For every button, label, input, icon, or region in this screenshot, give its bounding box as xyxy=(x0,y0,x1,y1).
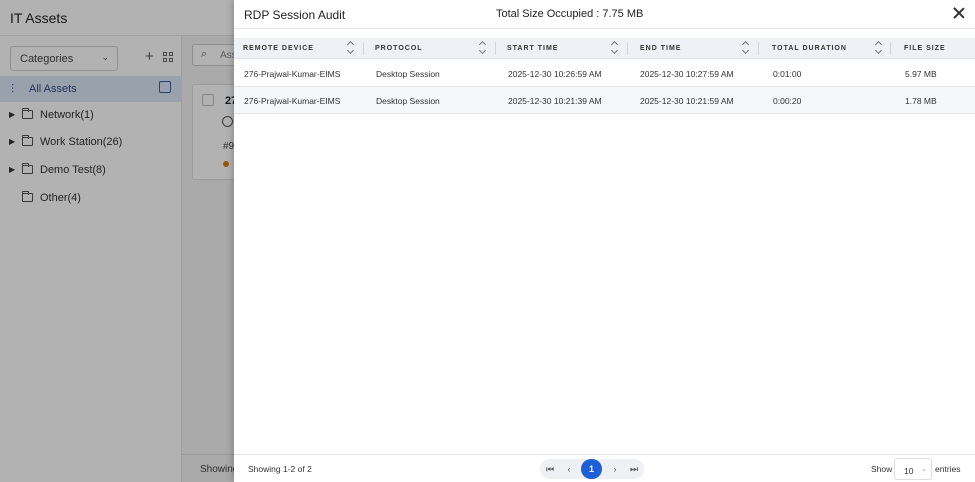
current-page-button[interactable]: 1 xyxy=(581,459,602,479)
total-size-text: Total Size Occupied : 7.75 MB xyxy=(496,8,644,20)
rdp-session-audit-drawer: RDP Session Audit Total Size Occupied : … xyxy=(234,0,975,482)
column-header-protocol[interactable]: PROTOCOL xyxy=(366,38,496,59)
sort-icon[interactable] xyxy=(742,41,750,55)
column-header-remote-device[interactable]: REMOTE DEVICE xyxy=(234,38,364,59)
pagination: ⏮ ‹ 1 › ⏭ xyxy=(540,459,644,479)
next-page-icon[interactable]: › xyxy=(608,462,622,476)
first-page-icon[interactable]: ⏮ xyxy=(543,462,557,476)
close-icon[interactable] xyxy=(952,6,966,20)
column-separator xyxy=(495,42,496,55)
cell-total-duration: 0:01:00 xyxy=(773,69,802,79)
column-header-start-time[interactable]: START TIME xyxy=(498,38,628,59)
page-size-select[interactable]: 10 ⌄ xyxy=(894,458,932,480)
drawer-header: RDP Session Audit Total Size Occupied : … xyxy=(234,0,975,29)
cell-end-time: 2025-12-30 10:21:59 AM xyxy=(640,96,734,106)
cell-start-time: 2025-12-30 10:26:59 AM xyxy=(508,69,602,79)
column-label: END TIME xyxy=(640,45,682,52)
showing-count: Showing 1-2 of 2 xyxy=(248,464,312,474)
prev-page-icon[interactable]: ‹ xyxy=(562,462,576,476)
cell-protocol: Desktop Session xyxy=(376,69,440,79)
cell-end-time: 2025-12-30 10:27:59 AM xyxy=(640,69,734,79)
sort-icon[interactable] xyxy=(347,41,355,55)
column-separator xyxy=(890,42,891,55)
cell-file-size: 5.97 MB xyxy=(905,69,937,79)
column-header-file-size[interactable]: FILE SIZE xyxy=(895,38,975,59)
table-header: REMOTE DEVICE PROTOCOL START TIME END TI… xyxy=(234,38,975,59)
sort-icon[interactable] xyxy=(479,41,487,55)
table-row[interactable]: 276-Prajwal-Kumar-EIMS Desktop Session 2… xyxy=(234,87,975,114)
column-separator xyxy=(758,42,759,55)
show-label: Show xyxy=(871,464,893,474)
column-label: REMOTE DEVICE xyxy=(243,45,314,52)
column-separator xyxy=(627,42,628,55)
sort-icon[interactable] xyxy=(875,41,883,55)
page-size-value: 10 xyxy=(904,466,914,476)
drawer-title: RDP Session Audit xyxy=(244,8,346,22)
cell-file-size: 1.78 MB xyxy=(905,96,937,106)
cell-remote-device: 276-Prajwal-Kumar-EIMS xyxy=(244,69,341,79)
last-page-icon[interactable]: ⏭ xyxy=(627,462,641,476)
sort-icon[interactable] xyxy=(611,41,619,55)
cell-remote-device: 276-Prajwal-Kumar-EIMS xyxy=(244,96,341,106)
drawer-footer: Showing 1-2 of 2 ⏮ ‹ 1 › ⏭ Show 10 ⌄ ent… xyxy=(234,454,975,482)
column-label: START TIME xyxy=(507,45,559,52)
chevron-down-icon: ⌄ xyxy=(921,466,927,473)
table-row[interactable]: 276-Prajwal-Kumar-EIMS Desktop Session 2… xyxy=(234,60,975,87)
cell-start-time: 2025-12-30 10:21:39 AM xyxy=(508,96,602,106)
column-label: PROTOCOL xyxy=(375,45,423,52)
column-separator xyxy=(363,42,364,55)
cell-total-duration: 0:00:20 xyxy=(773,96,802,106)
column-label: FILE SIZE xyxy=(904,45,946,52)
column-header-end-time[interactable]: END TIME xyxy=(631,38,759,59)
cell-protocol: Desktop Session xyxy=(376,96,440,106)
entries-label: entries xyxy=(935,464,961,474)
column-header-total-duration[interactable]: TOTAL DURATION xyxy=(763,38,891,59)
column-label: TOTAL DURATION xyxy=(772,45,847,52)
